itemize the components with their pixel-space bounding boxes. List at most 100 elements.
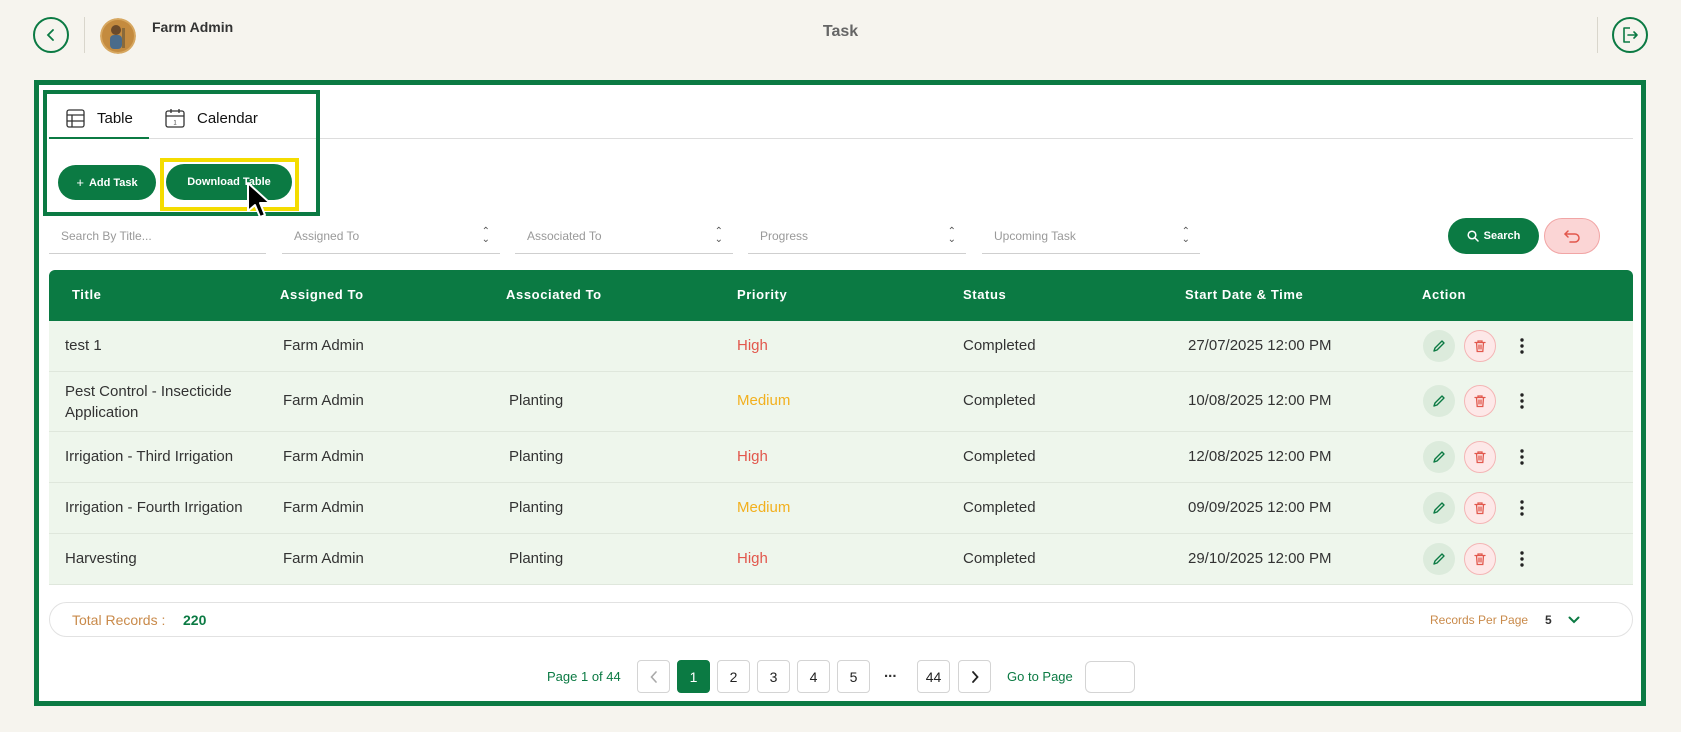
progress-placeholder: Progress (760, 228, 809, 243)
column-header-start-date[interactable]: Start Date & Time (1185, 287, 1303, 302)
sort-chevron-icon: ⌃ ⌄ (1181, 226, 1190, 245)
records-per-page-label: Records Per Page (1430, 613, 1529, 627)
cell-status: Completed (963, 448, 1036, 465)
delete-button[interactable] (1464, 385, 1496, 417)
cell-priority: High (737, 337, 768, 354)
more-options-button[interactable] (1513, 543, 1531, 575)
add-task-label: Add Task (88, 176, 138, 189)
cell-title: Pest Control - Insecticide Application (65, 383, 232, 421)
cell-start-date: 12/08/2025 12:00 PM (1188, 448, 1332, 465)
plus-icon: + (76, 175, 84, 190)
task-table: Title Assigned To Associated To Priority… (49, 270, 1633, 585)
cell-status: Completed (963, 337, 1036, 354)
cell-status: Completed (963, 392, 1036, 409)
page-button-44[interactable]: 44 (917, 660, 950, 693)
pagination-ellipsis: ... (884, 664, 897, 681)
edit-button[interactable] (1423, 492, 1455, 524)
delete-button[interactable] (1464, 543, 1496, 575)
cell-title: Irrigation - Third Irrigation (65, 448, 234, 465)
kebab-menu-icon (1520, 338, 1524, 354)
page-button-1[interactable]: 1 (677, 660, 710, 693)
delete-button[interactable] (1464, 330, 1496, 362)
column-header-priority[interactable]: Priority (737, 287, 787, 302)
page-title: Task (822, 23, 859, 40)
kebab-menu-icon (1520, 393, 1524, 409)
table-row[interactable]: Pest Control - Insecticide Application F… (49, 372, 1633, 432)
kebab-menu-icon (1520, 500, 1524, 516)
table-row[interactable]: Irrigation - Fourth Irrigation Farm Admi… (49, 483, 1633, 534)
go-to-page-label: Go to Page (1007, 669, 1073, 684)
previous-page-button[interactable] (637, 660, 670, 693)
cell-status: Completed (963, 550, 1036, 567)
progress-select[interactable]: Progress ⌃ ⌄ (748, 218, 966, 254)
pencil-icon (1433, 502, 1445, 514)
column-header-status[interactable]: Status (963, 287, 1006, 302)
table-row[interactable]: test 1 Farm Admin High Completed 27/07/2… (49, 321, 1633, 372)
delete-button[interactable] (1464, 441, 1496, 473)
delete-button[interactable] (1464, 492, 1496, 524)
logout-icon (1623, 27, 1638, 43)
more-options-button[interactable] (1513, 385, 1531, 417)
associated-to-placeholder: Associated To (527, 228, 602, 243)
next-page-button[interactable] (958, 660, 991, 693)
search-button-label: Search (1483, 230, 1521, 242)
search-icon (1467, 230, 1479, 242)
table-row[interactable]: Harvesting Farm Admin Planting High Comp… (49, 534, 1633, 585)
page-button-2[interactable]: 2 (717, 660, 750, 693)
more-options-button[interactable] (1513, 492, 1531, 524)
cell-assigned-to: Farm Admin (283, 499, 364, 516)
records-per-page-value: 5 (1545, 613, 1552, 627)
page-button-3[interactable]: 3 (757, 660, 790, 693)
kebab-menu-icon (1520, 449, 1524, 465)
column-header-action: Action (1422, 287, 1467, 302)
cell-priority: Medium (737, 499, 791, 516)
cell-priority: High (737, 448, 768, 465)
top-bar: Farm Admin Task (0, 0, 1681, 72)
cursor-pointer-icon (247, 182, 271, 218)
trash-icon (1474, 451, 1486, 464)
edit-button[interactable] (1423, 441, 1455, 473)
pencil-icon (1433, 553, 1445, 565)
cell-start-date: 10/08/2025 12:00 PM (1188, 392, 1332, 409)
pencil-icon (1433, 451, 1445, 463)
go-to-page-input[interactable] (1085, 661, 1135, 693)
chevron-left-icon (649, 670, 657, 683)
cell-associated-to: Planting (509, 392, 564, 409)
associated-to-select[interactable]: Associated To ⌃ ⌄ (515, 218, 733, 254)
search-input[interactable]: Search By Title... (49, 218, 266, 254)
assigned-to-select[interactable]: Assigned To ⌃ ⌄ (282, 218, 500, 254)
page-button-4[interactable]: 4 (797, 660, 830, 693)
cell-title: Harvesting (65, 550, 137, 567)
more-options-button[interactable] (1513, 441, 1531, 473)
trash-icon (1474, 502, 1486, 515)
cell-associated-to: Planting (509, 499, 564, 516)
column-header-assigned-to[interactable]: Assigned To (280, 287, 364, 302)
add-task-button[interactable]: + Add Task (58, 165, 156, 200)
cell-start-date: 29/10/2025 12:00 PM (1188, 550, 1332, 567)
cell-assigned-to: Farm Admin (283, 448, 364, 465)
edit-button[interactable] (1423, 330, 1455, 362)
trash-icon (1474, 395, 1486, 408)
logout-button[interactable] (1612, 17, 1648, 53)
download-highlight-frame (160, 158, 299, 211)
search-button[interactable]: Search (1448, 218, 1539, 254)
records-per-page-select[interactable]: 5 (1545, 608, 1600, 632)
table-row[interactable]: Irrigation - Third Irrigation Farm Admin… (49, 432, 1633, 483)
column-header-title[interactable]: Title (72, 287, 102, 302)
cell-priority: High (737, 550, 768, 567)
trash-icon (1474, 553, 1486, 566)
sort-chevron-icon: ⌃ ⌄ (714, 226, 723, 245)
reset-filters-button[interactable] (1544, 218, 1600, 254)
edit-button[interactable] (1423, 543, 1455, 575)
page-button-5[interactable]: 5 (837, 660, 870, 693)
records-summary-bar: Total Records : 220 Records Per Page 5 (49, 602, 1633, 637)
cell-priority: Medium (737, 392, 791, 409)
upcoming-task-select[interactable]: Upcoming Task ⌃ ⌄ (982, 218, 1200, 254)
edit-button[interactable] (1423, 385, 1455, 417)
more-options-button[interactable] (1513, 330, 1531, 362)
page-info: Page 1 of 44 (547, 669, 621, 684)
header-divider-right (1597, 17, 1598, 53)
trash-icon (1474, 340, 1486, 353)
cell-assigned-to: Farm Admin (283, 337, 364, 354)
column-header-associated-to[interactable]: Associated To (506, 287, 602, 302)
